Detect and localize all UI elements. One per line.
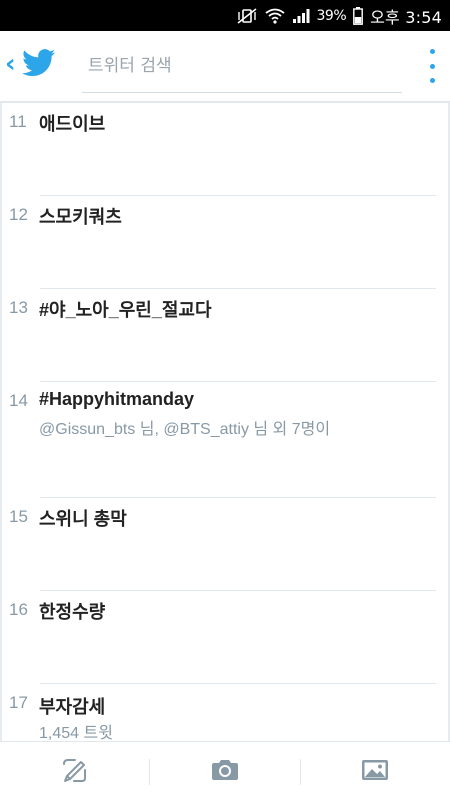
menu-dot	[429, 78, 435, 83]
status-time: 오후 3:54	[370, 7, 442, 27]
gallery-button[interactable]	[301, 742, 450, 800]
list-border-left	[0, 103, 2, 741]
trend-rank: 17	[9, 693, 28, 712]
trend-item[interactable]: 13 #야_노아_우린_절교다	[0, 289, 450, 382]
trend-rank: 13	[9, 298, 28, 317]
trend-item[interactable]: 14 #Happyhitmanday @Gissun_bts 님, @BTS_a…	[0, 382, 450, 498]
trend-rank: 15	[9, 507, 28, 526]
compose-tweet-button[interactable]	[0, 742, 149, 800]
trend-name: 부자감세	[39, 697, 106, 717]
menu-dot	[429, 63, 435, 69]
app-header: ‹	[0, 31, 450, 103]
back-button[interactable]: ‹	[0, 31, 66, 99]
status-bar: 39% 오후 3:54	[0, 0, 450, 31]
trend-name: 한정수량	[39, 602, 106, 622]
trend-item[interactable]: 12 스모키쿼츠	[0, 196, 450, 289]
overflow-menu-icon[interactable]	[426, 49, 438, 83]
trend-rank: 16	[9, 600, 28, 619]
status-icons: 39% 오후 3:54	[236, 0, 442, 31]
bottom-toolbar	[0, 741, 450, 800]
trends-list: 11 애드이브 12 스모키쿼츠 13 #야_노아_우린_절교다 14 #Hap…	[0, 103, 450, 741]
search-input[interactable]	[82, 43, 402, 92]
trend-rank: 12	[9, 205, 28, 224]
image-icon	[360, 758, 390, 786]
trend-item[interactable]: 16 한정수량	[0, 591, 450, 684]
trend-name: 스모키쿼츠	[39, 207, 122, 227]
signal-icon	[292, 8, 310, 24]
trend-item[interactable]: 11 애드이브	[0, 103, 450, 196]
menu-dot	[429, 49, 435, 54]
camera-icon	[210, 758, 240, 786]
battery-icon	[353, 6, 364, 25]
chevron-left-icon: ‹	[5, 49, 16, 79]
compose-icon	[61, 756, 89, 788]
trend-item[interactable]: 15 스위니 총막	[0, 498, 450, 591]
search-box	[82, 43, 402, 93]
battery-percent: 39%	[316, 7, 347, 24]
trend-tweet-count: 1,454 트윗	[39, 725, 113, 741]
camera-button[interactable]	[150, 742, 299, 800]
trend-context: @Gissun_bts 님, @BTS_attiy 님 외 7명이	[39, 421, 331, 438]
trend-name: 애드이브	[39, 114, 106, 134]
screen: 39% 오후 3:54 ‹ 트위터 검색 11 애드이브 12 스모키쿼츠 13…	[0, 0, 450, 800]
trend-rank: 11	[9, 112, 27, 131]
mute-vibrate-icon	[236, 7, 258, 24]
trend-name: #Happyhitmanday	[39, 389, 195, 409]
trend-rank: 14	[9, 391, 28, 410]
wifi-icon	[264, 8, 285, 24]
trend-item[interactable]: 17 부자감세 1,454 트윗	[0, 684, 450, 741]
twitter-bird-icon	[21, 49, 56, 81]
trend-name: #야_노아_우린_절교다	[39, 300, 212, 320]
trend-name: 스위니 총막	[39, 509, 127, 529]
